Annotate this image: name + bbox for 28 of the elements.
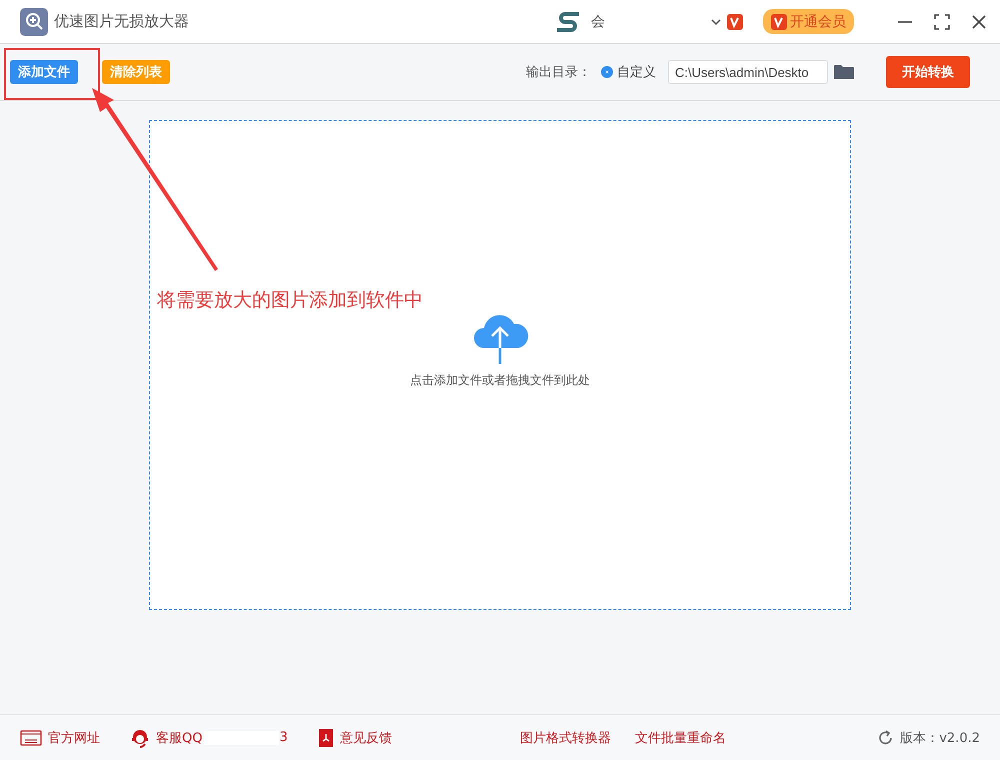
- headset-icon: [130, 728, 150, 748]
- qq-number: 3: [279, 730, 288, 745]
- folder-icon[interactable]: [834, 64, 854, 80]
- website-link[interactable]: 官方网址: [20, 728, 100, 746]
- app-logo-icon: [20, 8, 48, 36]
- close-icon[interactable]: [972, 14, 986, 28]
- chevron-down-icon[interactable]: [711, 18, 721, 26]
- add-files-button[interactable]: 添加文件: [10, 60, 78, 84]
- document-icon: [318, 728, 334, 748]
- maximize-icon[interactable]: [934, 14, 950, 30]
- version-label: 版本：v2.0.2: [900, 730, 980, 746]
- radio-option[interactable]: 自定义: [601, 63, 656, 81]
- radio-icon[interactable]: [601, 66, 613, 78]
- tool-link[interactable]: 图片格式转换器: [520, 728, 611, 746]
- annotation-text: 将需要放大的图片添加到软件中: [157, 288, 423, 313]
- feedback-link[interactable]: 意见反馈: [318, 728, 392, 748]
- web-icon: [20, 730, 42, 746]
- output-dir-label: 输出目录：: [526, 64, 591, 81]
- tool-link[interactable]: 文件批量重命名: [634, 728, 726, 746]
- window-title: 优速图片无损放大器: [54, 12, 189, 31]
- account-name[interactable]: 会: [591, 12, 711, 30]
- drop-hint: 点击添加文件或者拖拽文件到此处: [410, 372, 590, 388]
- refresh-icon[interactable]: [878, 730, 894, 746]
- output-path-field[interactable]: C:\Users\admin\Deskto: [668, 60, 828, 84]
- vip-icon: [771, 14, 787, 30]
- vip-badge-icon: [727, 14, 743, 30]
- start-convert-button[interactable]: 开始转换: [886, 56, 970, 88]
- support-qq-link[interactable]: 客服QQ: [130, 728, 202, 748]
